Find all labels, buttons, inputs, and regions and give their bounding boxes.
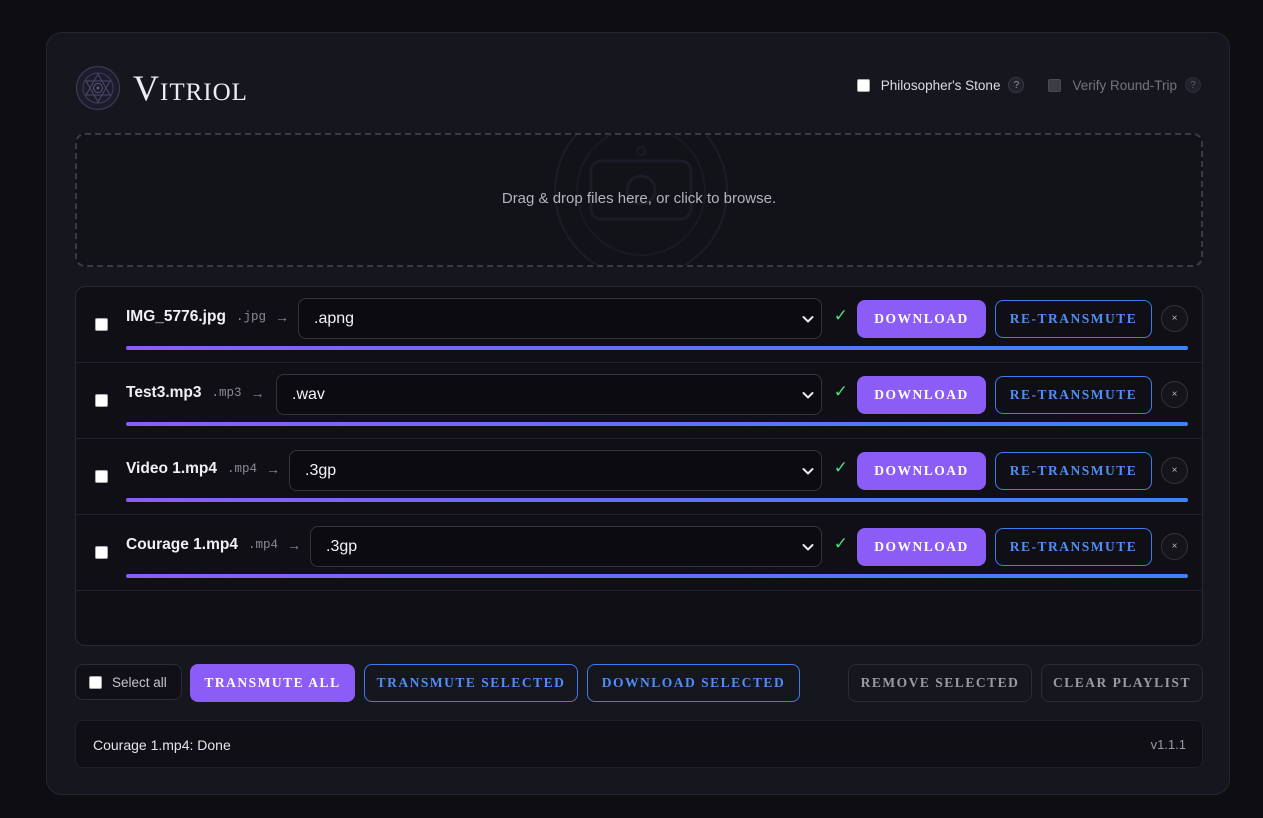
app-window: Vitriol Philosopher's Stone ? Verify Rou…	[46, 32, 1230, 795]
app-title: Vitriol	[133, 68, 248, 108]
status-bar: Courage 1.mp4: Done v1.1.1	[75, 720, 1203, 768]
remove-file-button[interactable]: ×	[1161, 305, 1188, 332]
philosophers-stone-label: Philosopher's Stone	[880, 77, 1001, 93]
download-selected-button[interactable]: Download Selected	[587, 664, 800, 702]
progress-bar	[126, 346, 1188, 350]
arrow-icon: →	[266, 461, 281, 477]
file-name-group: Courage 1.mp4 .mp4 →	[126, 536, 301, 554]
transmute-selected-button[interactable]: Transmute Selected	[364, 664, 578, 702]
re-transmute-button[interactable]: Re-Transmute	[995, 452, 1152, 490]
bulk-actions-bar: Select all Transmute All Transmute Selec…	[75, 664, 1203, 702]
file-extension: .jpg	[235, 310, 266, 324]
file-name: Test3.mp3	[126, 384, 202, 401]
dropzone-text: Drag & drop files here, or click to brow…	[501, 190, 777, 207]
progress-bar	[126, 422, 1188, 426]
re-transmute-button[interactable]: Re-Transmute	[995, 528, 1152, 566]
select-all-toggle[interactable]: Select all	[75, 664, 182, 700]
target-format-value: .3gp	[326, 537, 358, 555]
chevron-down-icon	[802, 468, 814, 475]
file-select-checkbox[interactable]	[95, 394, 108, 407]
status-message: Courage 1.mp4: Done	[93, 737, 231, 753]
file-extension: .mp4	[227, 462, 258, 476]
file-name-group: Video 1.mp4 .mp4 →	[126, 460, 280, 478]
arrow-icon: →	[274, 309, 289, 325]
alchemy-logo-icon	[75, 65, 121, 111]
target-format-select[interactable]: .3gp	[310, 526, 822, 567]
done-check-icon: ✓	[833, 306, 848, 325]
help-icon[interactable]: ?	[1008, 77, 1025, 93]
file-dropzone[interactable]: Drag & drop files here, or click to brow…	[75, 133, 1203, 267]
target-format-value: .wav	[292, 385, 325, 403]
file-row: IMG_5776.jpg .jpg → .apng ✓ Download Re-…	[76, 287, 1202, 363]
remove-file-button[interactable]: ×	[1161, 381, 1188, 408]
progress-bar	[126, 574, 1188, 578]
target-format-value: .apng	[314, 309, 355, 327]
help-icon[interactable]: ?	[1185, 77, 1201, 93]
re-transmute-button[interactable]: Re-Transmute	[995, 376, 1152, 414]
file-name: Courage 1.mp4	[126, 536, 238, 553]
file-extension: .mp3	[211, 386, 242, 400]
verify-round-trip-option[interactable]: Verify Round-Trip ?	[1048, 77, 1201, 93]
file-playlist: IMG_5776.jpg .jpg → .apng ✓ Download Re-…	[75, 286, 1203, 646]
file-name: IMG_5776.jpg	[126, 308, 226, 325]
file-row: Test3.mp3 .mp3 → .wav ✓ Download Re-Tran…	[76, 363, 1202, 439]
remove-selected-button[interactable]: Remove Selected	[848, 664, 1032, 702]
select-all-label: Select all	[112, 674, 167, 690]
arrow-icon: →	[287, 537, 301, 553]
file-select-checkbox[interactable]	[95, 546, 108, 559]
philosophers-stone-checkbox[interactable]	[856, 78, 870, 92]
file-name-group: IMG_5776.jpg .jpg →	[126, 308, 289, 326]
verify-round-trip-checkbox[interactable]	[1048, 78, 1062, 92]
chevron-down-icon	[802, 544, 814, 551]
philosophers-stone-option[interactable]: Philosopher's Stone ?	[856, 77, 1025, 93]
file-row: Video 1.mp4 .mp4 → .3gp ✓ Download Re-Tr…	[76, 439, 1202, 515]
done-check-icon: ✓	[833, 382, 848, 401]
download-button[interactable]: Download	[857, 376, 986, 414]
file-extension: .mp4	[247, 538, 278, 552]
re-transmute-button[interactable]: Re-Transmute	[995, 300, 1152, 338]
version-label: v1.1.1	[1150, 737, 1186, 752]
transmute-all-button[interactable]: Transmute All	[190, 664, 355, 702]
done-check-icon: ✓	[833, 534, 848, 553]
chevron-down-icon	[802, 316, 814, 323]
file-name-group: Test3.mp3 .mp3 →	[126, 384, 265, 402]
select-all-checkbox[interactable]	[89, 675, 102, 689]
download-button[interactable]: Download	[857, 300, 986, 338]
chevron-down-icon	[802, 392, 814, 399]
file-name: Video 1.mp4	[126, 460, 218, 477]
arrow-icon: →	[250, 385, 265, 401]
target-format-select[interactable]: .apng	[298, 298, 822, 339]
download-button[interactable]: Download	[857, 452, 986, 490]
done-check-icon: ✓	[833, 458, 848, 477]
verify-round-trip-label: Verify Round-Trip	[1072, 77, 1177, 93]
remove-file-button[interactable]: ×	[1161, 457, 1188, 484]
header-options: Philosopher's Stone ? Verify Round-Trip …	[833, 77, 1201, 93]
target-format-select[interactable]: .3gp	[289, 450, 822, 491]
target-format-value: .3gp	[305, 461, 337, 479]
file-select-checkbox[interactable]	[95, 470, 108, 483]
target-format-select[interactable]: .wav	[276, 374, 822, 415]
file-row: Courage 1.mp4 .mp4 → .3gp ✓ Download Re-…	[76, 515, 1202, 591]
download-button[interactable]: Download	[857, 528, 986, 566]
progress-bar	[126, 498, 1188, 502]
clear-playlist-button[interactable]: Clear Playlist	[1041, 664, 1203, 702]
remove-file-button[interactable]: ×	[1161, 533, 1188, 560]
file-select-checkbox[interactable]	[95, 318, 108, 331]
header: Vitriol Philosopher's Stone ? Verify Rou…	[75, 63, 1201, 113]
